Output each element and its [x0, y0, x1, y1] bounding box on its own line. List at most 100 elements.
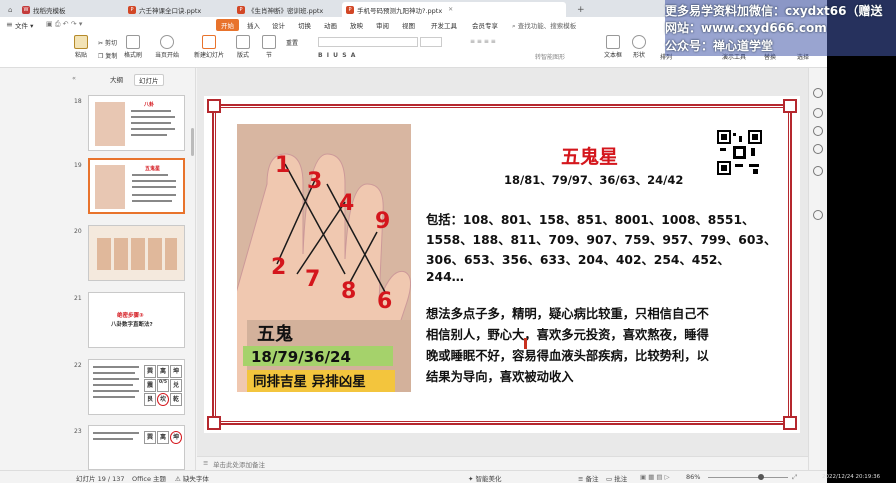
overlay-line: 网站：www.cxyd666.com — [665, 21, 827, 35]
notes-toggle-icon[interactable]: ≡ — [203, 459, 208, 467]
menu-item-devtools[interactable]: 开发工具 — [431, 20, 457, 30]
paste-label: 粘贴 — [74, 52, 87, 59]
smart-beautify-button[interactable]: ✦ 智能美化 — [468, 473, 502, 483]
grid-cell: 0/5 — [157, 379, 169, 392]
new-slide-icon — [202, 35, 216, 49]
layout-button[interactable]: 版式 — [236, 35, 250, 59]
tab-3[interactable]: P 手机号码预测九阳神功?.pptx ✕ — [342, 2, 566, 17]
tab-label: 《生肖神断》密训班.pptx — [248, 6, 324, 15]
menu-item-view[interactable]: 视图 — [402, 20, 415, 30]
thumb-number: 23 — [74, 428, 82, 435]
paste-button[interactable]: 粘贴 — [74, 35, 88, 59]
location-icon[interactable] — [813, 144, 823, 154]
slide-thumb-20[interactable] — [88, 225, 185, 281]
design-icon[interactable] — [813, 166, 823, 176]
ppt-file-icon: P — [237, 5, 245, 14]
zoom-slider[interactable] — [708, 477, 788, 478]
tab-1[interactable]: P 六壬神课全口诀.pptx — [124, 2, 207, 17]
search-box[interactable]: ⌕ 查找功能、搜索模板 — [512, 20, 576, 31]
format-painter-button[interactable]: 格式刷 — [124, 35, 142, 59]
missing-font-button[interactable]: ⚠ 缺失字体 — [175, 473, 209, 483]
file-menu[interactable]: 文件 ▾ — [15, 20, 33, 30]
current-slide[interactable]: 1 3 4 9 2 7 8 6 五鬼 18/79/36/24 同排吉星 异排凶星… — [204, 96, 800, 433]
new-tab-button[interactable]: + — [573, 2, 591, 17]
thumb-text-line — [93, 384, 133, 386]
animation-icon[interactable] — [813, 126, 823, 136]
hamburger-icon[interactable]: ≡ — [6, 20, 13, 29]
palm-drawing: 1 3 4 9 2 7 8 6 五鬼 18/79/36/24 同排吉星 异排凶星 — [237, 124, 411, 392]
shape-button[interactable]: 形状 — [632, 35, 646, 59]
menu-item-start[interactable]: 开始 — [216, 19, 239, 31]
tab-2[interactable]: P 《生肖神断》密训班.pptx — [233, 2, 329, 17]
to-smartart-button[interactable]: 转智能图形 — [535, 52, 565, 61]
grid-cell: 离 — [157, 365, 169, 378]
notes-button[interactable]: ≡ 备注 — [578, 473, 599, 483]
zoom-slider-handle[interactable] — [758, 474, 764, 480]
clipboard-icon — [74, 35, 88, 49]
slide-counter: 幻灯片 19 / 137 — [76, 475, 125, 483]
qr-finder-dot — [721, 165, 727, 171]
close-tab-icon[interactable]: ✕ — [448, 6, 453, 13]
font-style-buttons[interactable]: B I U S A — [318, 52, 355, 59]
qr-code-image — [717, 130, 762, 175]
slide-thumb-19[interactable]: 五鬼星 — [88, 158, 185, 214]
panel-scrollbar[interactable] — [191, 128, 194, 156]
section-label: 节 — [265, 52, 272, 59]
font-family-select[interactable] — [318, 37, 418, 47]
settings-icon[interactable] — [813, 210, 823, 220]
comment-button[interactable]: ▭ 批注 — [606, 473, 627, 483]
collapse-panel-icon[interactable]: « — [72, 74, 76, 82]
frame-corner — [207, 416, 221, 430]
scissors-icon: ✂ — [98, 40, 104, 47]
menu-item-slideshow[interactable]: 放映 — [350, 20, 363, 30]
notes-pane[interactable]: ≡ 单击此处添加备注 — [197, 456, 808, 470]
thumb-text-line — [132, 186, 176, 188]
section-button[interactable]: 节 — [262, 35, 276, 59]
ppt-file-icon: P — [128, 5, 136, 14]
qr-module — [735, 164, 743, 167]
palm-number: 4 — [339, 191, 354, 216]
slide-thumbnail-panel: « 大纲 幻灯片 18 八卦 19 五鬼星 20 21 绝密步骤③ 八卦数字直断… — [68, 68, 196, 470]
reset-button[interactable]: 重置 — [286, 38, 298, 47]
quick-access-icons[interactable]: ▣ ⎙ ↶ ↷ ▾ — [46, 20, 82, 29]
slide-thumb-23[interactable]: 巽 离 坤 — [88, 425, 185, 470]
thumb-text-line — [132, 194, 176, 196]
thumb-title: 五鬼星 — [145, 166, 161, 172]
cut-button[interactable]: ✂ 剪切 — [98, 38, 117, 47]
help-icon[interactable] — [813, 108, 823, 118]
property-icon[interactable] — [813, 88, 823, 98]
menu-item-review[interactable]: 审阅 — [376, 20, 389, 30]
home-button[interactable]: ⌂ — [4, 2, 18, 17]
new-slide-button[interactable]: 新建幻灯片 — [194, 35, 224, 59]
font-size-select[interactable] — [420, 37, 442, 47]
slide-thumb-22[interactable]: 巽 离 坤 震 0/5 兑 艮 坎 乾 — [88, 359, 185, 415]
screen: ⌂ W 找稻壳模板 P 六壬神课全口诀.pptx P 《生肖神断》密训班.ppt… — [0, 0, 896, 483]
slide-thumb-21[interactable]: 绝密步骤③ 八卦数字直断法? — [88, 292, 185, 348]
paragraph-buttons[interactable]: ≡ ≡ ≡ ≡ — [470, 38, 496, 45]
zoom-level[interactable]: 86% — [686, 473, 700, 481]
menu-item-member[interactable]: 会员专享 — [472, 20, 498, 30]
grid-cell: 震 — [144, 379, 156, 392]
menu-item-insert[interactable]: 插入 — [247, 20, 260, 30]
slide-thumb-18[interactable]: 八卦 — [88, 95, 185, 151]
menu-item-design[interactable]: 设计 — [272, 20, 285, 30]
thumb-subtitle: 八卦数字直断法? — [111, 322, 153, 328]
text-box-button[interactable]: 文本框 — [604, 35, 622, 59]
qr-module — [720, 148, 726, 151]
mouse-cursor — [524, 338, 527, 349]
overlay-line: 公众号：禅心道学堂 — [665, 39, 774, 53]
tab-slides[interactable]: 幻灯片 — [134, 74, 164, 86]
copy-icon: ❐ — [98, 53, 104, 60]
menu-item-animation[interactable]: 动画 — [324, 20, 337, 30]
view-mode-buttons[interactable]: ▣ ▦ ▤ ▷ — [640, 473, 670, 481]
fit-window-icon[interactable]: ⤢ — [792, 473, 797, 482]
copy-button[interactable]: ❐ 复制 — [98, 51, 117, 60]
thumb-number: 21 — [74, 295, 82, 302]
missing-font-label: 缺失字体 — [182, 475, 209, 483]
tab-0[interactable]: W 找稻壳模板 — [18, 2, 72, 17]
from-current-button[interactable]: 当页开始 — [155, 35, 179, 59]
grid-cell: 兑 — [170, 379, 182, 392]
menu-item-transition[interactable]: 切换 — [298, 20, 311, 30]
tab-outline[interactable]: 大纲 — [110, 74, 123, 84]
comment-icon: ▭ — [606, 475, 613, 483]
